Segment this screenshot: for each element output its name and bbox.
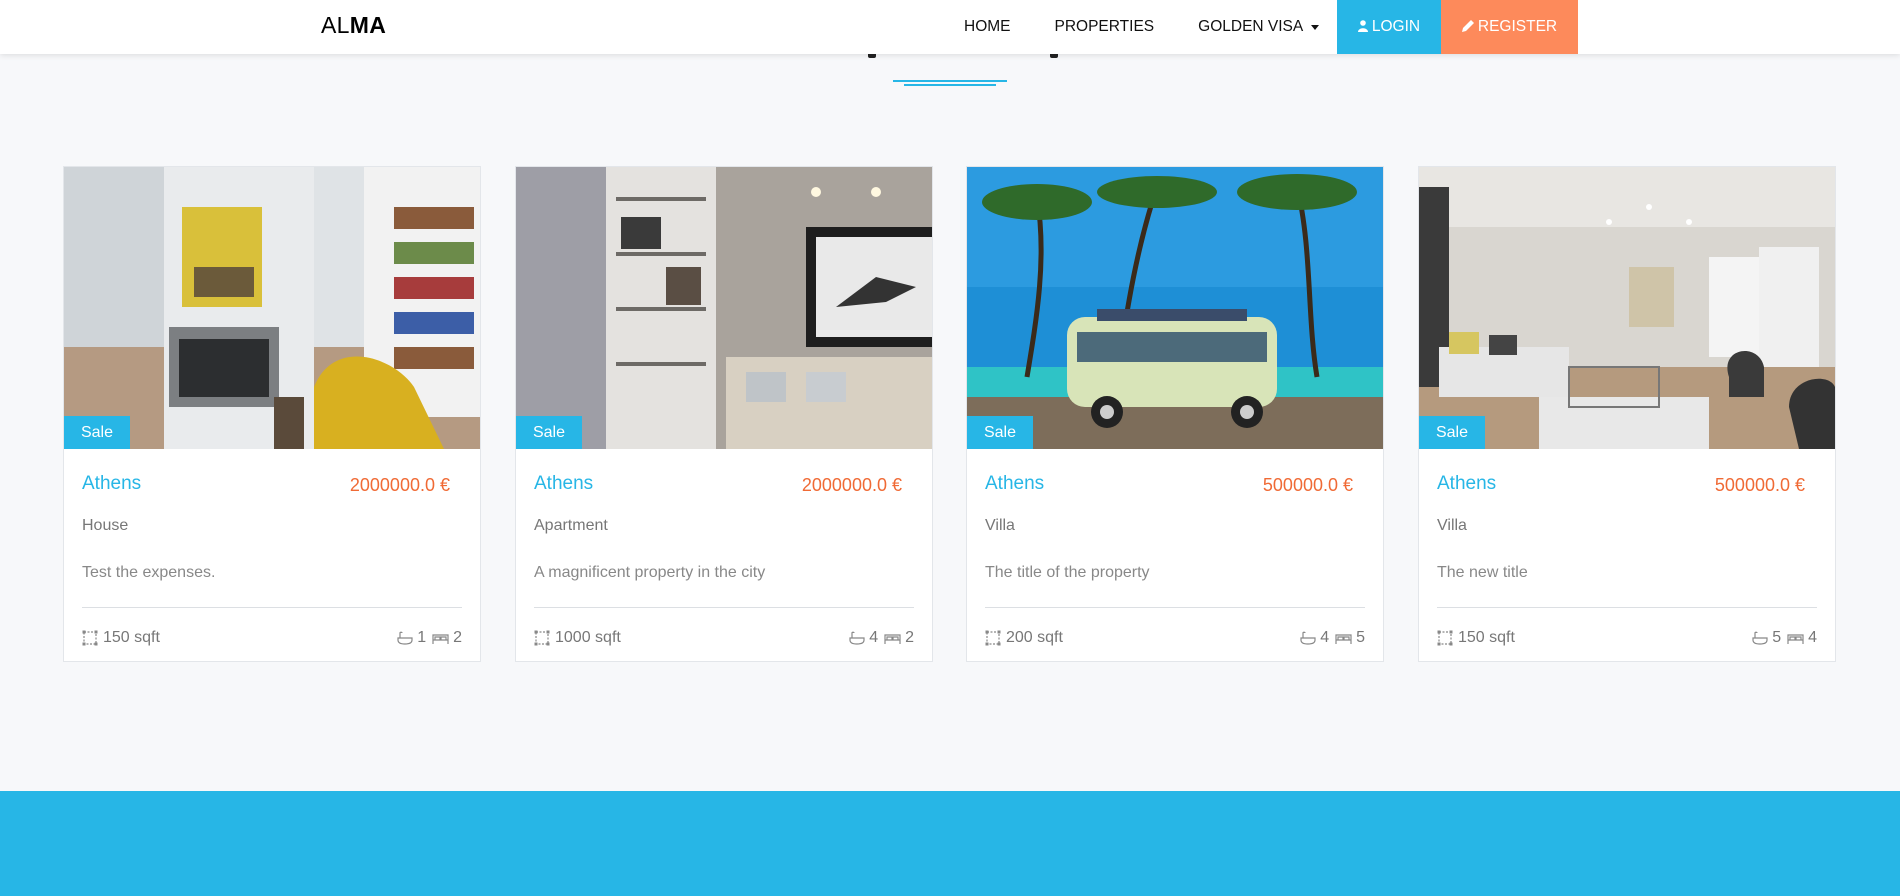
property-beds-value: 5 (1356, 629, 1365, 646)
brand-logo-light: AL (321, 12, 350, 38)
property-type: Apartment (534, 517, 608, 534)
bed-icon (1787, 633, 1804, 644)
beach-van-image (967, 167, 1383, 449)
sale-badge: Sale (516, 416, 582, 449)
bath-icon (849, 631, 865, 645)
brand-logo-bold: MA (349, 12, 387, 38)
sale-badge: Sale (967, 416, 1033, 449)
property-type: Villa (1437, 517, 1467, 534)
nav-golden-visa-label: GOLDEN VISA (1198, 18, 1304, 35)
area-icon (534, 630, 550, 646)
living-room-bookshelf-image (516, 167, 932, 449)
property-area-value: 150 sqft (1458, 629, 1515, 646)
nav-golden-visa-dropdown[interactable]: GOLDEN VISA (1176, 0, 1341, 54)
card-divider (985, 607, 1365, 608)
property-baths-value: 5 (1772, 629, 1782, 646)
property-area-value: 200 sqft (1006, 629, 1063, 646)
area-icon (82, 630, 98, 646)
property-rooms: 5 4 (1746, 629, 1817, 647)
top-navbar: ALMA HOME PROPERTIES GOLDEN VISA LOGIN R… (0, 0, 1900, 54)
property-beds-value: 4 (1808, 629, 1817, 646)
property-city-link[interactable]: Athens (534, 473, 593, 495)
property-image[interactable] (64, 167, 480, 449)
property-city-link[interactable]: Athens (82, 473, 141, 495)
property-card[interactable]: Sale Athens 500000.0 € Villa The title o… (966, 166, 1384, 662)
sale-badge: Sale (1419, 416, 1485, 449)
property-city-link[interactable]: Athens (1437, 473, 1496, 495)
section-title-underline (893, 80, 1007, 86)
property-image[interactable] (967, 167, 1383, 449)
property-area-value: 150 sqft (103, 629, 160, 646)
bed-icon (432, 633, 449, 644)
property-image[interactable] (516, 167, 932, 449)
property-image[interactable] (1419, 167, 1835, 449)
bath-icon (1752, 631, 1768, 645)
register-button[interactable]: REGISTER (1441, 0, 1578, 54)
sale-badge: Sale (64, 416, 130, 449)
bed-icon (884, 633, 901, 644)
card-divider (534, 607, 914, 608)
area-icon (985, 630, 1001, 646)
property-area: 150 sqft (1437, 629, 1515, 647)
property-area: 150 sqft (82, 629, 160, 647)
property-baths-value: 4 (869, 629, 879, 646)
property-type: Villa (985, 517, 1015, 534)
property-beds-value: 2 (453, 629, 462, 646)
bright-living-room-image (1419, 167, 1835, 449)
property-area-value: 1000 sqft (555, 629, 621, 646)
property-baths-value: 4 (1320, 629, 1330, 646)
property-price: 500000.0 € (1262, 475, 1353, 495)
property-area: 200 sqft (985, 629, 1063, 647)
property-baths-value: 1 (417, 629, 427, 646)
property-area: 1000 sqft (534, 629, 621, 647)
register-label: REGISTER (1477, 18, 1558, 35)
login-label: LOGIN (1371, 18, 1421, 35)
nav-home-link[interactable]: HOME (942, 0, 1033, 54)
property-title: The title of the property (985, 564, 1150, 581)
footer-band (0, 791, 1900, 896)
user-icon (1357, 19, 1368, 35)
property-price: 2000000.0 € (349, 475, 450, 495)
property-price: 500000.0 € (1714, 475, 1805, 495)
property-city-link[interactable]: Athens (985, 473, 1044, 495)
property-title: Test the expenses. (82, 564, 216, 581)
property-card[interactable]: Sale Athens 2000000.0 € House Test the e… (63, 166, 481, 662)
property-rooms: 4 5 (1294, 629, 1365, 647)
nav-links: HOME PROPERTIES GOLDEN VISA (942, 0, 1341, 54)
property-price: 2000000.0 € (801, 475, 902, 495)
card-divider (82, 607, 462, 608)
property-rooms: 4 2 (843, 629, 914, 647)
property-card[interactable]: Sale Athens 2000000.0 € Apartment A magn… (515, 166, 933, 662)
pencil-icon (1461, 19, 1474, 35)
caret-down-icon (1311, 24, 1320, 30)
property-rooms: 1 2 (391, 629, 462, 647)
property-title: A magnificent property in the city (534, 564, 766, 581)
area-icon (1437, 630, 1453, 646)
brand-logo[interactable]: ALMA (321, 12, 386, 39)
nav-properties-link[interactable]: PROPERTIES (1033, 0, 1177, 54)
bath-icon (397, 631, 413, 645)
bath-icon (1300, 631, 1316, 645)
bed-icon (1335, 633, 1352, 644)
property-type: House (82, 517, 129, 534)
property-card[interactable]: Sale Athens 500000.0 € Villa The new tit… (1418, 166, 1836, 662)
living-room-fireplace-image (64, 167, 480, 449)
card-divider (1437, 607, 1817, 608)
property-title: The new title (1437, 564, 1528, 581)
property-beds-value: 2 (905, 629, 914, 646)
login-button[interactable]: LOGIN (1337, 0, 1441, 54)
